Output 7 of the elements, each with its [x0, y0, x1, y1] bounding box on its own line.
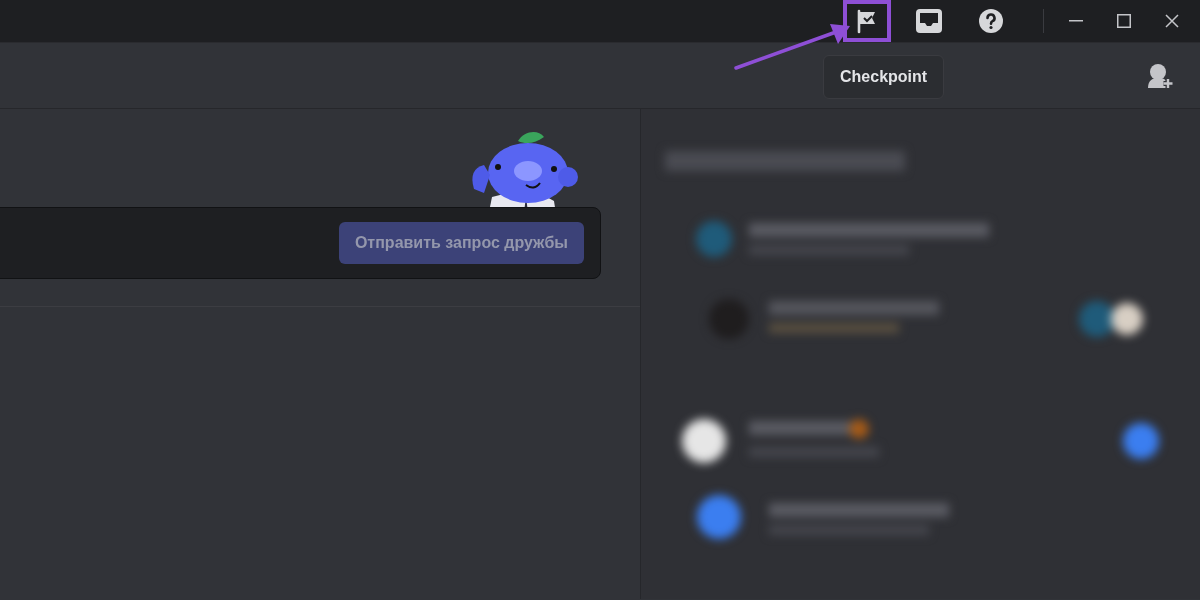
maximize-icon[interactable] [1117, 14, 1131, 28]
inbox-icon[interactable] [915, 8, 943, 34]
help-icon[interactable] [978, 8, 1004, 34]
close-icon[interactable] [1165, 14, 1179, 28]
minimize-icon[interactable] [1069, 20, 1083, 22]
tooltip: Checkpoint [823, 55, 945, 99]
add-friend-icon[interactable] [1146, 61, 1174, 90]
